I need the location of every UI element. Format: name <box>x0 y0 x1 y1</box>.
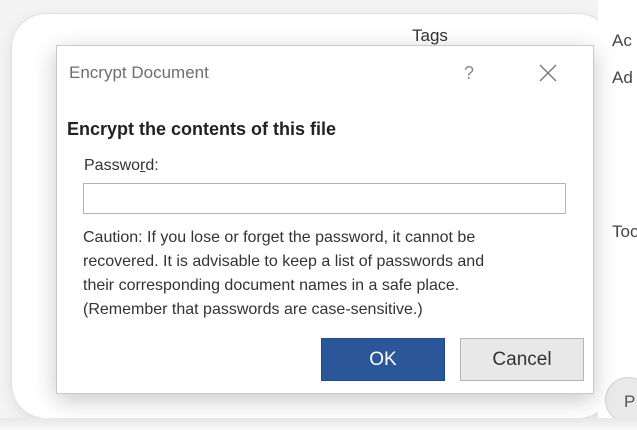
password-label-text-end: d: <box>145 157 159 174</box>
cancel-button[interactable]: Cancel <box>460 338 584 381</box>
cropped-property-label: Ad <box>612 68 633 87</box>
cancel-button-label: Cancel <box>492 348 552 370</box>
close-icon-glyph <box>539 64 557 82</box>
close-icon[interactable] <box>535 60 561 86</box>
password-label: Password: <box>84 157 159 175</box>
encrypt-document-dialog: Encrypt Document ? Encrypt the contents … <box>56 45 594 394</box>
help-button[interactable]: ? <box>457 60 481 86</box>
caution-line: recovered. It is advisable to keep a lis… <box>83 253 485 270</box>
word-backstage-screen: Tags Ac Ad Too P Encrypt Document ? Encr… <box>0 0 637 430</box>
dialog-heading: Encrypt the contents of this file <box>67 119 337 139</box>
ok-button-label: OK <box>369 348 397 370</box>
bottom-edge <box>0 418 637 430</box>
cropped-property-label: Too <box>612 222 637 241</box>
caution-line: (Remember that passwords are case-sensit… <box>83 301 423 318</box>
ok-button[interactable]: OK <box>321 338 445 381</box>
tags-property-label: Tags <box>412 26 448 45</box>
password-label-text: Passwo <box>84 157 141 174</box>
caution-line: their corresponding document names in a … <box>83 277 460 294</box>
caution-line: Caution: If you lose or forget the passw… <box>83 229 476 246</box>
backstage-properties-column <box>598 0 637 430</box>
cropped-circle-label: P <box>624 392 636 411</box>
caution-text: Caution: If you lose or forget the passw… <box>83 226 573 322</box>
cropped-property-label: Ac <box>612 31 632 50</box>
dialog-title: Encrypt Document <box>69 63 209 82</box>
password-input[interactable] <box>83 183 566 214</box>
